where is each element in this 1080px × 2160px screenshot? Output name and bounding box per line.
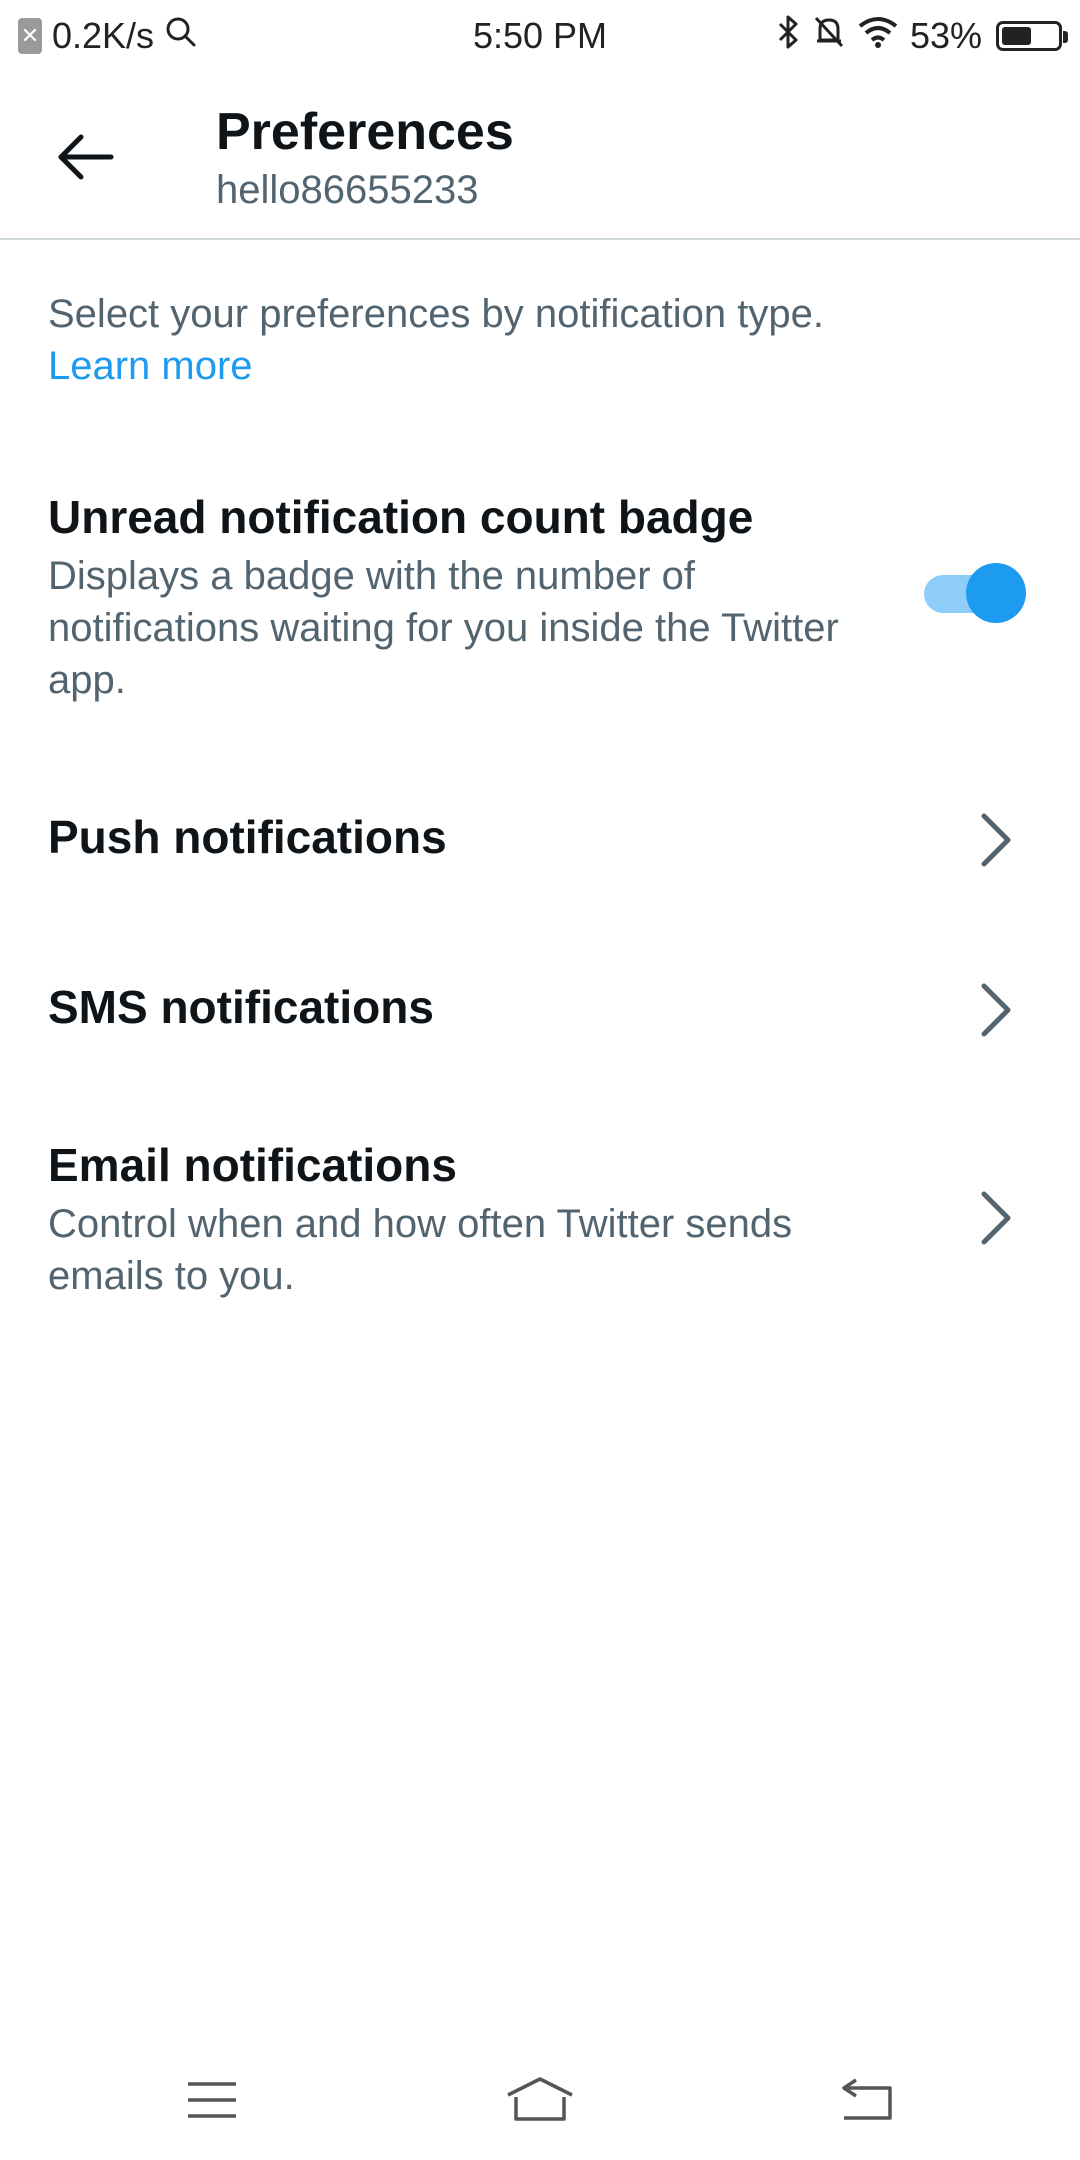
- status-bar: ✕ 0.2K/s 5:50 PM 53%: [0, 0, 1080, 72]
- system-back-button[interactable]: [828, 2070, 908, 2130]
- setting-title: Push notifications: [48, 811, 447, 863]
- search-icon: [164, 15, 198, 58]
- setting-title: Email notifications: [48, 1139, 457, 1191]
- notification-close-icon: ✕: [18, 18, 42, 54]
- app-header: Preferences hello86655233: [0, 72, 1080, 240]
- page-title: Preferences: [216, 103, 514, 161]
- battery-icon: [996, 21, 1068, 51]
- recent-apps-button[interactable]: [172, 2070, 252, 2130]
- back-button[interactable]: [40, 112, 130, 202]
- arrow-left-icon: [58, 134, 114, 180]
- intro-section: Select your preferences by notification …: [48, 288, 1038, 392]
- wifi-icon: [856, 14, 900, 59]
- status-right: 53%: [776, 14, 1068, 59]
- setting-description: Control when and how often Twitter sends…: [48, 1202, 793, 1298]
- battery-percent: 53%: [909, 15, 982, 56]
- bell-muted-icon: [812, 14, 846, 59]
- return-icon: [842, 2078, 892, 2120]
- status-left: ✕ 0.2K/s: [18, 15, 198, 58]
- setting-description: Displays a badge with the number of noti…: [48, 554, 839, 702]
- chevron-right-icon: [981, 983, 1011, 1037]
- unread-badge-toggle[interactable]: [922, 562, 1026, 623]
- setting-title: Unread notification count badge: [48, 491, 754, 543]
- setting-email-notifications[interactable]: Email notifications Control when and how…: [0, 1138, 1080, 1318]
- learn-more-link[interactable]: Learn more: [48, 340, 1038, 392]
- setting-title: SMS notifications: [48, 981, 434, 1033]
- setting-text: Email notifications Control when and how…: [48, 1138, 908, 1302]
- setting-unread-badge[interactable]: Unread notification count badge Displays…: [0, 490, 1080, 720]
- account-username: hello86655233: [216, 168, 479, 212]
- menu-icon: [188, 2082, 236, 2118]
- intro-text: Select your preferences by notification …: [48, 292, 824, 336]
- system-nav-bar: [0, 2040, 1080, 2160]
- setting-push-notifications[interactable]: Push notifications: [0, 790, 1080, 890]
- toggle-knob: [966, 563, 1026, 623]
- chevron-right-icon: [981, 813, 1011, 867]
- network-speed: 0.2K/s: [52, 15, 155, 56]
- bluetooth-icon: [776, 14, 802, 59]
- setting-text: Unread notification count badge Displays…: [48, 490, 848, 706]
- setting-sms-notifications[interactable]: SMS notifications: [0, 960, 1080, 1060]
- home-button[interactable]: [500, 2070, 580, 2130]
- home-icon: [507, 2077, 573, 2121]
- chevron-right-icon: [981, 1191, 1011, 1245]
- battery-fill: [1002, 27, 1031, 45]
